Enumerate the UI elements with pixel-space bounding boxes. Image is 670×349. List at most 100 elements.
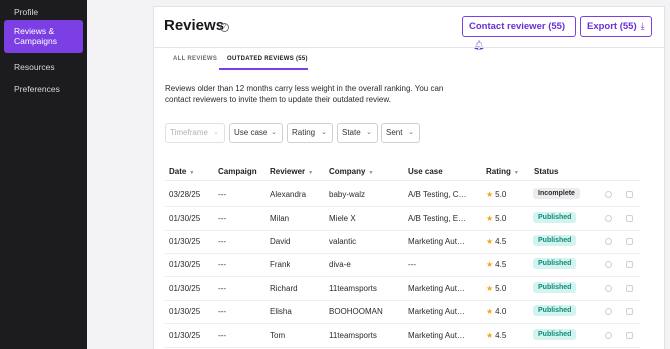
column-header-rating[interactable]: Rating ▼ — [486, 167, 519, 176]
sidebar-item-preferences[interactable]: Preferences — [4, 80, 83, 98]
page-title: Reviews — [164, 17, 225, 34]
chevron-down-icon: ⌄ — [408, 129, 414, 136]
table-row[interactable]: 01/30/25 --- Elisha BOOHOOMAN Marketing Auto… — [165, 301, 640, 324]
cell-company: valantic — [329, 237, 357, 246]
sort-icon: ▼ — [189, 170, 195, 176]
cell-rating: ★ 4.5 — [486, 237, 506, 246]
filter-sent-label: Sent — [386, 128, 403, 137]
status-badge: Published — [533, 329, 577, 340]
comment-icon[interactable] — [626, 308, 633, 315]
cell-reviewer: Elisha — [270, 307, 292, 316]
cell-date: 01/30/25 — [169, 237, 201, 246]
sidebar: Profile Reviews & Campaigns Resources Pr… — [0, 0, 87, 349]
cell-date: 01/30/25 — [169, 307, 201, 316]
column-header-company[interactable]: Company ▼ — [329, 167, 373, 176]
cell-company: 11teamsports — [329, 331, 377, 340]
tab-outdated-reviews[interactable]: OUTDATED REVIEWS (55) — [227, 56, 308, 62]
cell-campaign: --- — [218, 260, 226, 269]
table-row[interactable]: 01/30/25 --- David valantic Marketing Auto..… — [165, 231, 640, 254]
column-header-use-case: Use case — [408, 167, 443, 176]
bell-icon[interactable] — [605, 238, 612, 245]
comment-icon[interactable] — [626, 238, 633, 245]
contact-reviewer-button[interactable]: Contact reviewer (55) 🔔︎ — [462, 16, 576, 50]
table-row[interactable]: 01/30/25 --- Richard 11teamsports Marketing … — [165, 278, 640, 301]
status-badge: Published — [533, 235, 577, 246]
cell-date: 01/30/25 — [169, 214, 201, 223]
cell-company: baby-walz — [329, 190, 366, 199]
cell-use-case: Marketing Auto... — [408, 237, 468, 246]
rating-value: 4.5 — [495, 331, 507, 340]
cell-campaign: --- — [218, 237, 226, 246]
comment-icon[interactable] — [626, 215, 633, 222]
table-row[interactable]: 01/30/25 --- Tom 11teamsports Marketing Auto… — [165, 325, 640, 348]
cell-date: 03/28/25 — [169, 190, 201, 199]
bell-icon[interactable] — [605, 308, 612, 315]
filter-sent[interactable]: Sent ⌄ — [381, 123, 420, 143]
export-label: Export (55) — [587, 21, 637, 32]
table-header-divider — [165, 180, 640, 181]
table-row[interactable]: 01/30/25 --- Frank diva-e --- ★ 4.5 Published — [165, 254, 640, 277]
filter-timeframe[interactable]: Timeframe ⌄ — [165, 123, 225, 143]
cell-reviewer: Tom — [270, 331, 286, 340]
sort-icon: ▼ — [368, 170, 374, 176]
download-icon: ⤓ — [640, 21, 645, 31]
filter-use-case-label: Use case — [234, 128, 268, 137]
comment-icon[interactable] — [626, 261, 633, 268]
cell-reviewer: Alexandra — [270, 190, 307, 199]
cell-rating: ★ 5.0 — [486, 284, 506, 293]
column-header-status: Status — [534, 167, 559, 176]
cell-campaign: --- — [218, 307, 226, 316]
cell-campaign: --- — [218, 214, 226, 223]
star-icon: ★ — [486, 237, 494, 246]
status-badge: Published — [533, 212, 577, 223]
cell-use-case: Marketing Auto... — [408, 284, 468, 293]
star-icon: ★ — [486, 284, 494, 293]
comment-icon[interactable] — [626, 332, 633, 339]
bell-icon[interactable] — [605, 215, 612, 222]
star-icon: ★ — [486, 214, 494, 223]
cell-company: Miele X — [329, 214, 356, 223]
filter-use-case[interactable]: Use case ⌄ — [229, 123, 283, 143]
help-icon[interactable]: ? — [220, 23, 229, 32]
comment-icon[interactable] — [626, 285, 633, 292]
comment-icon[interactable] — [626, 191, 633, 198]
bell-icon[interactable] — [605, 332, 612, 339]
export-button[interactable]: Export (55) ⤓ — [580, 16, 652, 37]
cell-reviewer: David — [270, 237, 291, 246]
chevron-down-icon: ⌄ — [321, 129, 327, 136]
tab-all-reviews[interactable]: ALL REVIEWS — [173, 56, 217, 62]
table-row[interactable]: 01/30/25 --- Milan Miele X A/B Testing, Em..… — [165, 208, 640, 231]
table-row[interactable]: 03/28/25 --- Alexandra baby-walz A/B Testing… — [165, 184, 640, 207]
star-icon: ★ — [486, 307, 494, 316]
column-header-date[interactable]: Date ▼ — [169, 167, 194, 176]
filter-rating[interactable]: Rating ⌄ — [287, 123, 333, 143]
bell-icon[interactable] — [605, 285, 612, 292]
cell-campaign: --- — [218, 331, 226, 340]
bell-icon[interactable] — [605, 261, 612, 268]
sort-icon: ▼ — [308, 170, 314, 176]
chevron-down-icon: ⌄ — [271, 129, 277, 136]
column-header-reviewer[interactable]: Reviewer ▼ — [270, 167, 313, 176]
column-header-campaign: Campaign — [218, 167, 257, 176]
bell-icon[interactable] — [605, 191, 612, 198]
sidebar-item-resources[interactable]: Resources — [4, 58, 83, 76]
rating-value: 5.0 — [495, 284, 507, 293]
sidebar-item-reviews-campaigns[interactable]: Reviews & Campaigns — [4, 20, 83, 53]
cell-use-case: Marketing Auto... — [408, 307, 468, 316]
contact-reviewer-label: Contact reviewer (55) — [469, 21, 566, 32]
sidebar-item-profile[interactable]: Profile — [4, 3, 83, 21]
star-icon: ★ — [486, 331, 494, 340]
cell-use-case: Marketing Auto... — [408, 331, 468, 340]
cell-rating: ★ 4.5 — [486, 260, 506, 269]
status-badge: Published — [533, 258, 577, 269]
header-divider — [154, 47, 664, 48]
cell-use-case: A/B Testing, Cu... — [408, 190, 468, 199]
cell-company: BOOHOOMAN — [329, 307, 383, 316]
cell-date: 01/30/25 — [169, 260, 201, 269]
chevron-down-icon: ⌄ — [213, 129, 219, 136]
cell-campaign: --- — [218, 284, 226, 293]
status-badge: Published — [533, 305, 577, 316]
rating-value: 5.0 — [495, 190, 507, 199]
filter-state[interactable]: State ⌄ — [337, 123, 378, 143]
status-badge: Published — [533, 282, 577, 293]
